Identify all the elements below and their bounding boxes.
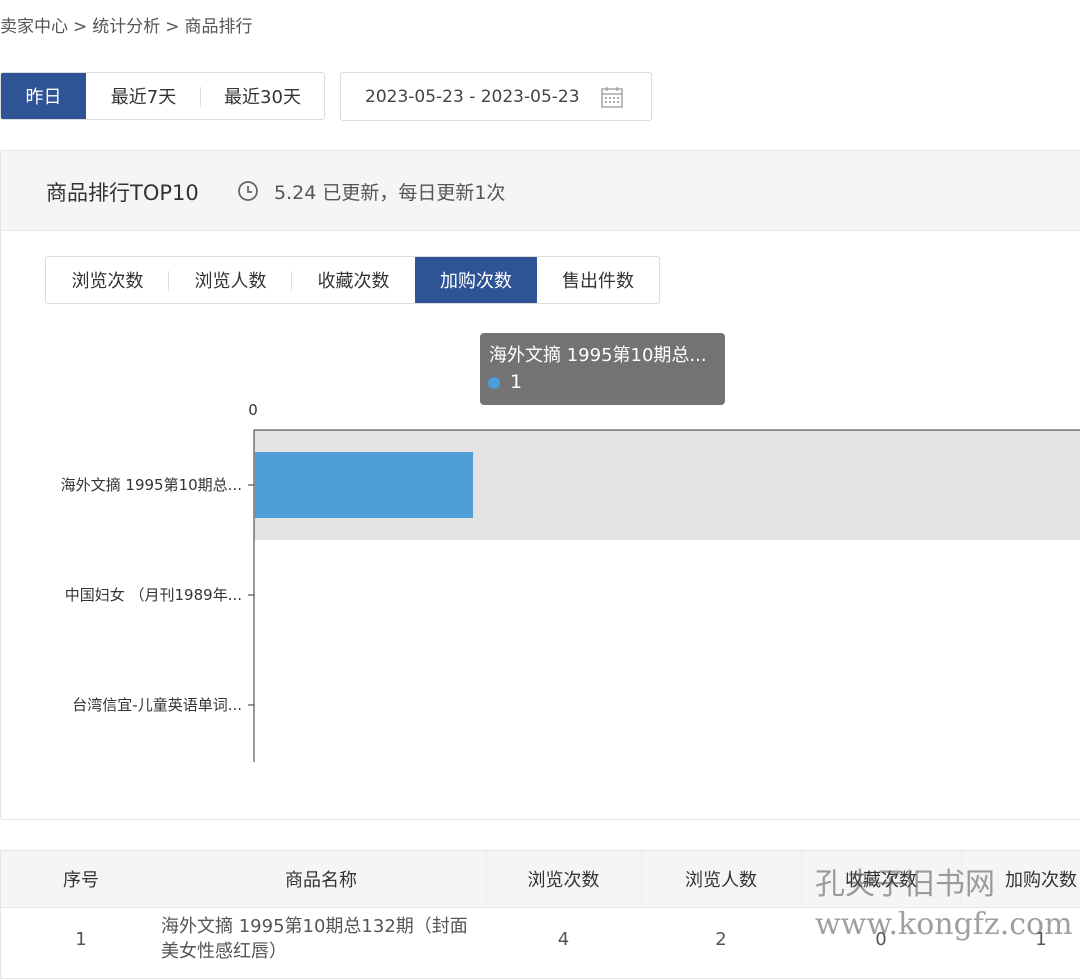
ranking-bar-chart: 0 海外文摘 1995第10期总... 中国妇女 （月刊1989年... 台湾信宜-儿… [61,401,1080,762]
date-range-value: 2023-05-23 - 2023-05-23 [365,86,580,107]
table-header: 序号 商品名称 浏览次数 浏览人数 收藏次数 加购次数 [1,851,1080,908]
header-product-name: 商品名称 [285,870,357,891]
breadcrumb-separator: > [73,17,88,37]
y-tick-label: 台湾信宜-儿童英语单词... [72,696,242,714]
clock-icon [238,181,258,201]
ranking-table: 序号 商品名称 浏览次数 浏览人数 收藏次数 加购次数 1 海外文摘 1995第… [0,850,1080,979]
x-tick-label: 0 [248,401,258,419]
row-unique-visitors: 2 [715,929,727,950]
bar [255,452,473,518]
ranking-card-header: 商品排行TOP10 5.24 已更新，每日更新1次 [1,151,1080,231]
table-row: 1 海外文摘 1995第10期总132期（封面美女性感红唇） 4 2 0 1 [1,908,1080,978]
date-range-selector: 昨日 最近7天 最近30天 [0,72,325,120]
tooltip-title: 海外文摘 1995第10期总... [489,345,707,366]
breadcrumb-product-ranking: 商品排行 [184,17,253,37]
row-index: 1 [75,929,87,950]
y-tick-label: 海外文摘 1995第10期总... [61,476,242,494]
chart-tooltip: 海外文摘 1995第10期总... 1 [480,333,725,405]
breadcrumb: 卖家中心 > 统计分析 > 商品排行 [0,12,258,37]
date-range-input[interactable]: 2023-05-23 - 2023-05-23 [340,72,652,121]
tooltip-value: 1 [510,371,523,393]
row-cart-adds: 1 [1035,929,1047,950]
range-last-30-days-button[interactable]: 最近30天 [201,73,324,119]
breadcrumb-statistics[interactable]: 统计分析 [92,17,160,37]
breadcrumb-seller-center[interactable]: 卖家中心 [0,17,68,37]
tooltip-series-dot [488,377,500,389]
header-unique-visitors[interactable]: 浏览人数 [641,866,801,892]
row-page-views: 4 [557,929,570,950]
header-page-views[interactable]: 浏览次数 [486,866,641,892]
row-favorites: 0 [875,929,887,950]
update-status-text: 5.24 已更新，每日更新1次 [274,182,506,204]
range-last-7-days-button[interactable]: 最近7天 [86,73,201,119]
calendar-icon[interactable] [601,86,623,108]
range-yesterday-button[interactable]: 昨日 [1,73,86,119]
header-cart-adds[interactable]: 加购次数 [961,866,1080,892]
row-product-name[interactable]: 海外文摘 1995第10期总132期（封面美女性感红唇） [161,914,481,964]
header-favorites[interactable]: 收藏次数 [801,866,961,892]
y-tick-label: 中国妇女 （月刊1989年... [65,586,242,604]
card-title: 商品排行TOP10 [46,181,199,205]
breadcrumb-separator: > [165,17,180,37]
header-index: 序号 [63,870,99,891]
